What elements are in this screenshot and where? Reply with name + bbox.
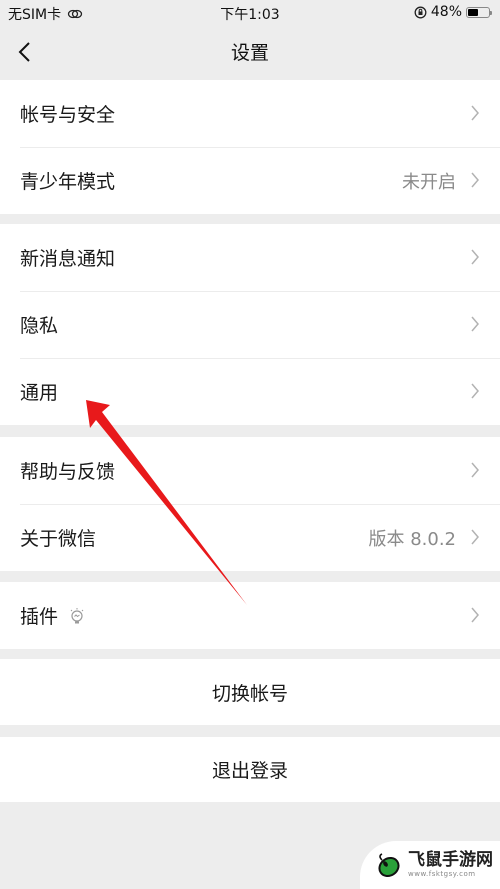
chevron-right-icon xyxy=(471,316,479,332)
setting-value: 未开启 xyxy=(402,171,456,193)
chevron-right-icon xyxy=(471,105,479,121)
setting-label: 帮助与反馈 xyxy=(20,461,116,483)
setting-general[interactable]: 通用 xyxy=(0,358,500,425)
chevron-right-icon xyxy=(471,249,479,265)
settings-group-general: 新消息通知 隐私 通用 xyxy=(0,224,500,425)
orientation-lock-icon xyxy=(414,6,427,18)
setting-label: 新消息通知 xyxy=(20,248,116,270)
chevron-right-icon xyxy=(471,383,479,399)
setting-about-wechat[interactable]: 关于微信 版本 8.0.2 xyxy=(0,504,500,571)
watermark: 飞鼠手游网 www.fsktgsy.com xyxy=(360,841,500,889)
setting-privacy[interactable]: 隐私 xyxy=(0,291,500,358)
chevron-right-icon xyxy=(471,607,479,623)
settings-group-about: 帮助与反馈 关于微信 版本 8.0.2 xyxy=(0,437,500,571)
page-title: 设置 xyxy=(230,42,269,64)
watermark-url: www.fsktgsy.com xyxy=(408,870,476,878)
chevron-right-icon xyxy=(471,529,479,545)
chevron-right-icon xyxy=(471,462,479,478)
switch-account-button[interactable]: 切换帐号 xyxy=(0,659,500,725)
setting-value: 版本 8.0.2 xyxy=(368,528,456,550)
setting-label: 关于微信 xyxy=(20,528,97,550)
setting-teen-mode[interactable]: 青少年模式 未开启 xyxy=(0,147,500,214)
switch-account-group: 切换帐号 xyxy=(0,659,500,725)
settings-group-plugins: 插件 xyxy=(0,582,500,649)
watermark-text: 飞鼠手游网 www.fsktgsy.com xyxy=(408,852,493,878)
setting-label: 插件 xyxy=(20,606,59,628)
setting-label: 帐号与安全 xyxy=(20,104,116,126)
logout-label: 退出登录 xyxy=(211,760,288,782)
battery-icon xyxy=(466,6,492,18)
logout-button[interactable]: 退出登录 xyxy=(0,737,500,802)
settings-group-account: 帐号与安全 青少年模式 未开启 xyxy=(0,80,500,214)
logout-group: 退出登录 xyxy=(0,737,500,802)
watermark-name: 飞鼠手游网 xyxy=(408,850,493,870)
setting-notifications[interactable]: 新消息通知 xyxy=(0,224,500,291)
status-right: 48% xyxy=(414,4,492,20)
setting-help-feedback[interactable]: 帮助与反馈 xyxy=(0,437,500,504)
status-bar: 无SIM卡 下午1:03 48% xyxy=(0,0,500,26)
setting-plugins[interactable]: 插件 xyxy=(0,582,500,649)
battery-fill xyxy=(468,8,478,16)
mouse-logo-icon xyxy=(378,853,400,878)
setting-label: 通用 xyxy=(20,382,59,404)
setting-label: 青少年模式 xyxy=(20,171,116,193)
chevron-right-icon xyxy=(471,172,479,188)
nav-bar: 设置 xyxy=(0,26,500,78)
setting-label: 隐私 xyxy=(20,315,59,337)
switch-account-label: 切换帐号 xyxy=(211,682,288,705)
setting-account-security[interactable]: 帐号与安全 xyxy=(0,80,500,147)
lightbulb-icon xyxy=(70,607,84,623)
battery-percent: 48% xyxy=(430,4,462,20)
